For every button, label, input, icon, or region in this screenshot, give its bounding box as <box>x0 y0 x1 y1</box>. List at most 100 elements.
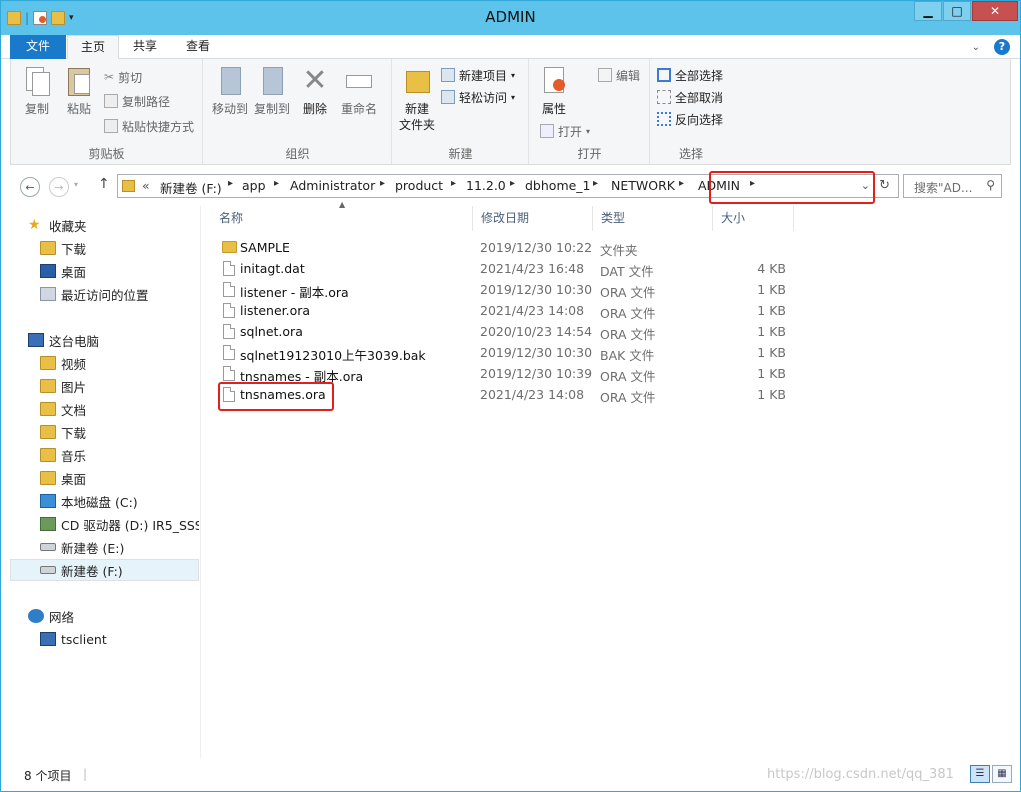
breadcrumb-item[interactable]: 11.2.0 <box>466 178 506 193</box>
sidebar-item-this-pc[interactable]: 这台电脑 <box>10 329 199 351</box>
select-none-label: 全部取消 <box>675 90 724 105</box>
recent-locations-icon[interactable]: ▾ <box>74 180 78 189</box>
sidebar-item-music[interactable]: 音乐 <box>10 444 199 466</box>
sidebar-item-network[interactable]: 网络 <box>10 605 199 627</box>
group-clipboard: 复制 粘贴 ✂ 剪切 复制路径 粘贴快捷方式 剪贴板 <box>11 59 203 165</box>
sidebar-item-vol-f[interactable]: 新建卷 (F:) <box>10 559 199 581</box>
copy-button[interactable]: 复制 <box>19 65 55 117</box>
sidebar-item-pc-downloads[interactable]: 下载 <box>10 421 199 443</box>
refresh-icon[interactable]: ↻ <box>879 178 890 193</box>
paste-shortcut-button[interactable]: 粘贴快捷方式 <box>104 116 194 136</box>
file-row[interactable]: listener.ora 2021/4/23 14:08 ORA 文件 1 KB <box>211 300 794 321</box>
breadcrumb-item[interactable]: dbhome_1 <box>525 178 591 193</box>
address-dropdown-icon[interactable]: ⌄ <box>861 179 870 192</box>
address-bar[interactable]: « 新建卷 (F:) ▸ app ▸ Administrator ▸ produ… <box>117 171 899 204</box>
copy-to-button[interactable]: 复制到 <box>252 65 292 117</box>
breadcrumb-item[interactable]: NETWORK <box>611 178 675 193</box>
edit-icon <box>598 68 612 82</box>
file-row[interactable]: initagt.dat 2021/4/23 16:48 DAT 文件 4 KB <box>211 258 794 279</box>
file-row[interactable]: tnsnames - 副本.ora 2019/12/30 10:39 ORA 文件 1… <box>211 363 794 384</box>
file-size: 1 KB <box>757 324 786 339</box>
file-row[interactable]: sqlnet19123010上午3039.bak 2019/12/30 10:30… <box>211 342 794 363</box>
select-all-button[interactable]: 全部选择 <box>657 65 723 85</box>
properties-button[interactable]: 属性 <box>536 65 572 117</box>
sidebar-item-vol-e[interactable]: 新建卷 (E:) <box>10 536 199 558</box>
file-row[interactable]: sqlnet.ora 2020/10/23 14:54 ORA 文件 1 KB <box>211 321 794 342</box>
breadcrumb-item[interactable]: 新建卷 (F:) <box>160 178 222 197</box>
maximize-button[interactable]: □ <box>943 1 971 21</box>
tab-file[interactable]: 文件 <box>10 35 66 59</box>
breadcrumb-chevron-icon[interactable]: ▸ <box>380 178 385 189</box>
sidebar-item-videos[interactable]: 视频 <box>10 352 199 374</box>
sidebar-item-tsclient[interactable]: tsclient <box>10 628 199 650</box>
column-header-name[interactable]: 名称 <box>211 206 473 231</box>
sidebar-label: 最近访问的位置 <box>61 287 149 303</box>
column-header-size[interactable]: 大小 <box>713 206 794 231</box>
breadcrumb-chevron-icon[interactable]: ▸ <box>228 178 233 189</box>
sidebar-item-documents[interactable]: 文档 <box>10 398 199 420</box>
new-item-icon <box>441 68 455 82</box>
file-date: 2019/12/30 10:30 <box>480 345 593 360</box>
new-folder-button[interactable]: 新建 文件夹 <box>397 65 437 133</box>
help-icon[interactable]: ? <box>994 39 1010 55</box>
open-button[interactable]: 打开 ▾ <box>540 121 590 141</box>
chevron-down-icon: ▾ <box>586 126 591 136</box>
breadcrumb-item[interactable]: app <box>242 178 266 193</box>
breadcrumb-chevron-icon[interactable]: ▸ <box>593 178 598 189</box>
group-label-clipboard: 剪贴板 <box>88 147 125 161</box>
cut-button[interactable]: ✂ 剪切 <box>104 67 142 87</box>
copy-path-button[interactable]: 复制路径 <box>104 91 170 111</box>
file-date: 2019/12/30 10:30 <box>480 282 593 297</box>
invert-selection-button[interactable]: 反向选择 <box>657 109 723 129</box>
downloads-folder-icon <box>40 241 56 255</box>
sidebar-item-desktop[interactable]: 桌面 <box>10 260 199 282</box>
chevron-down-icon: ▾ <box>511 70 516 80</box>
search-box[interactable]: 搜索"AD... ⚲ <box>903 174 1002 198</box>
move-to-button[interactable]: 移动到 <box>210 65 250 117</box>
column-header-type[interactable]: 类型 <box>593 206 713 231</box>
large-icons-view-button[interactable]: ▦ <box>992 765 1012 783</box>
group-new: 新建 文件夹 新建项目 ▾ 轻松访问 ▾ 新建 <box>393 59 529 165</box>
breadcrumb-overflow[interactable]: « <box>142 178 150 193</box>
chevron-down-icon[interactable]: ⌄ <box>972 42 980 53</box>
sidebar-item-cd-d[interactable]: CD 驱动器 (D:) IR5_SSS_X <box>10 513 199 535</box>
sidebar-item-recent[interactable]: 最近访问的位置 <box>10 283 199 305</box>
breadcrumb-item[interactable]: product <box>395 178 443 193</box>
tab-share[interactable]: 共享 <box>119 35 171 59</box>
group-open: 属性 打开 ▾ 编辑 打开 <box>530 59 650 165</box>
pane-divider[interactable] <box>200 206 201 759</box>
paste-button[interactable]: 粘贴 <box>61 65 97 117</box>
file-icon <box>223 366 235 381</box>
breadcrumb-chevron-icon[interactable]: ▸ <box>679 178 684 189</box>
select-none-button[interactable]: 全部取消 <box>657 87 723 107</box>
close-button[interactable]: ✕ <box>972 1 1018 21</box>
sidebar-label: 桌面 <box>61 264 87 280</box>
sidebar-item-downloads[interactable]: 下载 <box>10 237 199 259</box>
breadcrumb-item[interactable]: Administrator <box>290 178 375 193</box>
tab-view[interactable]: 查看 <box>171 35 225 59</box>
edit-button[interactable]: 编辑 <box>598 65 640 85</box>
breadcrumb-chevron-icon[interactable]: ▸ <box>274 178 279 189</box>
sidebar-item-local-c[interactable]: 本地磁盘 (C:) <box>10 490 199 512</box>
breadcrumb-chevron-icon[interactable]: ▸ <box>510 178 515 189</box>
details-view-button[interactable]: ☰ <box>970 765 990 783</box>
properties-label: 属性 <box>541 102 566 116</box>
sidebar-item-pictures[interactable]: 图片 <box>10 375 199 397</box>
select-none-icon <box>657 90 671 104</box>
back-button[interactable]: ← <box>20 177 40 197</box>
tab-home[interactable]: 主页 <box>67 35 119 60</box>
rename-button[interactable]: 重命名 <box>338 65 380 117</box>
forward-button[interactable]: → <box>49 177 69 197</box>
file-row[interactable]: listener - 副本.ora 2019/12/30 10:30 ORA 文件 1… <box>211 279 794 300</box>
minimize-button[interactable]: ▁ <box>914 1 942 21</box>
up-arrow-icon[interactable]: ↑ <box>98 176 110 192</box>
sidebar-item-pc-desktop[interactable]: 桌面 <box>10 467 199 489</box>
sidebar-item-favorites[interactable]: ★ 收藏夹 <box>10 214 199 236</box>
desktop-icon <box>40 264 56 278</box>
easy-access-button[interactable]: 轻松访问 ▾ <box>441 87 515 107</box>
file-row[interactable]: SAMPLE 2019/12/30 10:22 文件夹 <box>211 237 794 258</box>
column-header-date[interactable]: 修改日期 <box>473 206 593 231</box>
delete-button[interactable]: ✕ 删除 <box>300 65 330 117</box>
new-item-button[interactable]: 新建项目 ▾ <box>441 65 515 85</box>
breadcrumb-chevron-icon[interactable]: ▸ <box>451 178 456 189</box>
